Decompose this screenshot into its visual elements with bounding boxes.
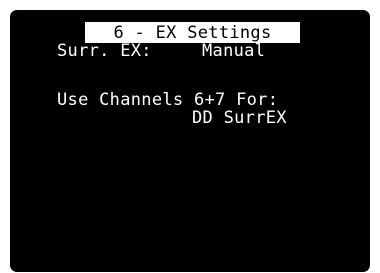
surr-ex-value[interactable]: Manual: [202, 42, 265, 61]
channels-6-7-value[interactable]: DD SurrEX: [192, 109, 287, 128]
menu-title: 6 - EX Settings: [85, 22, 300, 43]
surr-ex-label: Surr. EX:: [57, 41, 152, 61]
osd-screen: 6 - EX Settings Surr. EX: Manual Use Cha…: [10, 10, 370, 272]
